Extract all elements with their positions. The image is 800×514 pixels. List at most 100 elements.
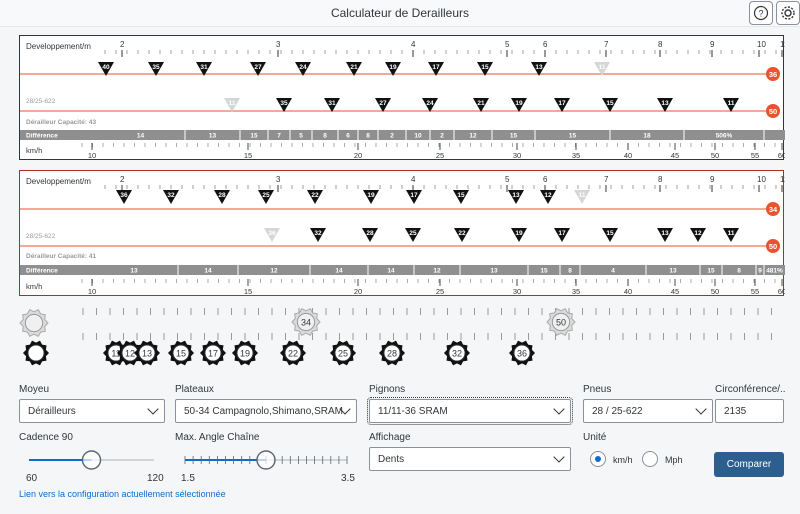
dev-tick-label: 2 [120,175,125,184]
pignons-select[interactable]: 11/11-36 SRAM [367,397,573,425]
lower-cog-marker[interactable]: 25 [405,228,421,242]
upper-cog-marker[interactable]: 28 [214,190,230,204]
difference-value: 13 [130,268,138,275]
dev-tick-label: 3 [276,40,281,49]
cadence-label: Cadence 90 [19,432,73,443]
angle-slider[interactable] [175,446,360,476]
lower-cog-marker[interactable]: 13 [657,228,673,242]
lower-cog-marker[interactable]: 11 [224,98,240,112]
upper-cog-marker[interactable]: 32 [163,190,179,204]
speed-tick-label: 20 [354,151,362,160]
lower-cog-marker[interactable]: 13 [657,98,673,112]
speed-tick-label: 50 [711,287,719,296]
cog-28[interactable]: 28 [379,340,405,366]
affichage-select[interactable]: Dents [369,447,571,471]
compare-button[interactable]: Comparer [714,452,784,477]
chainring-50[interactable]: 50 [546,308,576,336]
lower-cog-marker[interactable]: 15 [602,228,618,242]
lower-cog-marker[interactable]: 27 [375,98,391,112]
dev-tick-label: 4 [411,175,416,184]
upper-cog-marker[interactable]: 13 [508,190,524,204]
speed-tick-label: 15 [244,287,252,296]
chainring-34[interactable]: 34 [291,308,321,336]
difference-value: 6 [346,133,350,140]
lower-cog-marker[interactable]: 24 [422,98,438,112]
chevron-down-icon [147,403,159,415]
cog-17[interactable]: 17 [200,340,226,366]
gear-selector-row[interactable]: 34 5011 12 13 15 17 19 22 25 28 32 36 [0,300,800,370]
speed-tick-label: 15 [244,151,252,160]
cog-13[interactable]: 13 [134,340,160,366]
lower-cog-marker[interactable]: 15 [602,98,618,112]
pignons-label: Pignons [369,384,406,395]
pneus-select[interactable]: 28 / 25-622 [583,399,713,423]
gear-label: 19 [240,349,250,359]
gear-label: 17 [208,349,218,359]
gear-chart-2: Developpement/m2345678910113450363228252… [20,175,785,296]
gear-label: 28 [387,349,397,359]
cog-15[interactable]: 15 [168,340,194,366]
difference-value: 8 [366,133,370,140]
settings-button[interactable] [776,1,800,25]
gear-label: 25 [338,349,348,359]
upper-cog-marker[interactable]: 11 [574,190,590,204]
lower-cog-marker[interactable]: 19 [511,228,527,242]
upper-cog-marker[interactable]: 36 [116,190,132,204]
plateaux-select[interactable]: 50-34 Campagnolo,Shimano,SRAM [175,399,357,423]
lower-cog-marker[interactable]: 32 [310,228,326,242]
upper-cog-marker[interactable]: 12 [540,190,556,204]
upper-cog-marker[interactable]: 15 [453,190,469,204]
upper-cog-marker[interactable]: 19 [363,190,379,204]
lower-cog-marker[interactable]: 12 [690,228,706,242]
gear-label: 36 [517,349,527,359]
lower-cog-marker-label: 32 [314,230,322,237]
radio-mph[interactable] [642,451,658,467]
radio-kmh[interactable] [590,451,606,467]
angle-thumb[interactable] [256,450,276,470]
lower-cog-marker[interactable]: 35 [276,98,292,112]
gear-chart-1: Developpement/m2345678910113650403531272… [20,40,785,160]
lower-cog-marker[interactable]: 36 [264,228,280,242]
lower-cog-marker[interactable]: 22 [454,228,470,242]
cog-36[interactable]: 36 [509,340,535,366]
cadence-thumb[interactable] [81,450,102,470]
help-button[interactable]: ? [749,1,773,25]
lower-cog-marker-label: 24 [426,100,434,107]
upper-cog-marker-label: 32 [167,192,175,199]
lower-cog-marker[interactable]: 17 [554,98,570,112]
speed-tick-label: 25 [436,151,444,160]
difference-bar [20,130,785,140]
plateaux-value: 50-34 Campagnolo,Shimano,SRAM [184,406,343,417]
lower-cog-marker[interactable]: 28 [362,228,378,242]
tire-label: 28/25-622 [26,233,56,240]
lower-cog-marker[interactable]: 17 [554,228,570,242]
upper-cog-marker[interactable]: 25 [258,190,274,204]
upper-cog-marker[interactable]: 22 [307,190,323,204]
cadence-slider[interactable] [19,446,164,476]
cog-22[interactable]: 22 [280,340,306,366]
lower-cog-marker[interactable]: 21 [473,98,489,112]
lower-cog-marker[interactable]: 11 [723,228,739,242]
cog-25[interactable]: 25 [330,340,356,366]
cog-19[interactable]: 19 [232,340,258,366]
speed-tick-label: 20 [354,287,362,296]
moyeu-select[interactable]: Dérailleurs [19,399,165,423]
lower-cog-marker[interactable]: 11 [723,98,739,112]
gear-label: 13 [142,349,152,359]
speed-axis-label: km/h [26,146,42,155]
gear-label: 15 [176,349,186,359]
dev-tick-label: 10 [757,175,766,184]
chainring-outline-icon[interactable] [19,309,49,337]
affichage-label: Affichage [369,432,411,443]
circonference-input[interactable]: 2135 [715,399,784,423]
upper-cog-marker-label: 17 [410,192,418,199]
lower-cog-marker[interactable]: 19 [511,98,527,112]
cog-32[interactable]: 32 [444,340,470,366]
lower-cog-marker[interactable]: 31 [324,98,340,112]
gear-label: 50 [556,318,566,328]
chainring-icon[interactable] [23,340,49,366]
upper-cog-marker[interactable]: 17 [406,190,422,204]
difference-value: 18 [643,133,651,140]
config-link[interactable]: Lien vers la configuration actuellement … [19,489,226,499]
svg-text:?: ? [758,9,763,19]
